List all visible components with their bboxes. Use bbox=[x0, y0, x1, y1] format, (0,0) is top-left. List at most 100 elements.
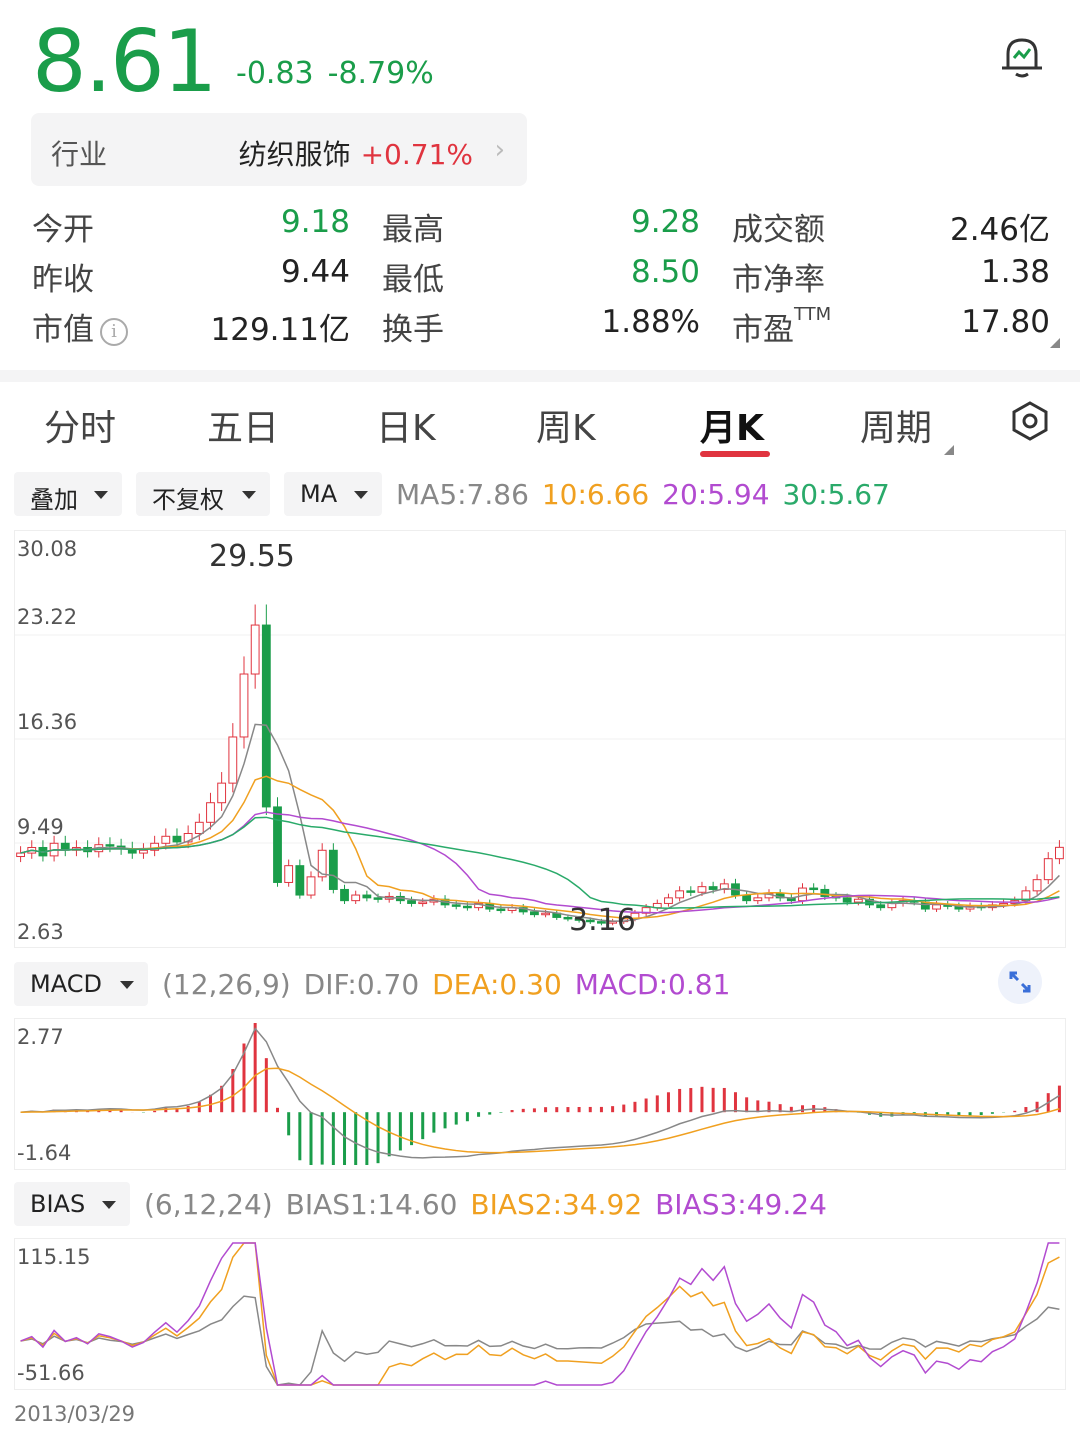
candle-body bbox=[250, 624, 260, 675]
candle-body bbox=[172, 835, 182, 843]
tab-weekly-k[interactable]: 周K bbox=[536, 399, 596, 451]
industry-label: 行业 bbox=[51, 138, 108, 171]
pb-value: 1.38 bbox=[980, 254, 1050, 290]
candle-body bbox=[284, 865, 294, 883]
ma-dropdown-label: MA bbox=[300, 480, 338, 508]
prev-close-label: 昨收 bbox=[32, 262, 94, 298]
bias-line bbox=[20, 1242, 1060, 1386]
candle-body bbox=[708, 886, 718, 890]
last-price: 8.61 bbox=[32, 12, 217, 112]
candle-body bbox=[853, 898, 863, 903]
pe-label: 市盈TTM bbox=[732, 304, 831, 349]
high-label: 最高 bbox=[382, 212, 444, 248]
high-value: 9.28 bbox=[630, 204, 700, 240]
candle-body bbox=[451, 904, 461, 907]
tab-period[interactable]: 周期 bbox=[860, 399, 932, 451]
change-amount: -0.83 bbox=[236, 56, 314, 91]
candle-body bbox=[530, 911, 539, 916]
overlay-dropdown[interactable]: 叠加 bbox=[14, 472, 122, 516]
ma20-value: 20:5.94 bbox=[662, 478, 770, 511]
bias-line bbox=[20, 1242, 1060, 1386]
high-price-label: 29.55 bbox=[209, 539, 295, 574]
caret-down-icon bbox=[94, 491, 108, 499]
ma30-value: 30:5.67 bbox=[782, 478, 890, 511]
industry-name-text: 纺织服饰 bbox=[238, 138, 351, 171]
section-divider bbox=[0, 370, 1080, 382]
price-change: -0.83 -8.79% bbox=[236, 56, 448, 91]
y-tick: 30.08 bbox=[17, 537, 78, 561]
turnover-rate-label: 换手 bbox=[382, 312, 444, 348]
y-tick: 9.49 bbox=[17, 815, 64, 839]
candle-body bbox=[328, 849, 338, 890]
candle-body bbox=[16, 852, 25, 858]
open-value: 9.18 bbox=[280, 204, 350, 240]
y-tick: -51.66 bbox=[17, 1361, 85, 1385]
bias-chart[interactable]: 115.15 -51.66 bbox=[14, 1238, 1066, 1390]
pe-label-text: 市盈 bbox=[732, 312, 794, 348]
candle-body bbox=[273, 806, 282, 883]
bias-dropdown[interactable]: BIAS bbox=[14, 1182, 130, 1226]
bias-params: (6,12,24) bbox=[144, 1188, 273, 1221]
ma-line bbox=[20, 811, 1060, 914]
pe-value: 17.80 bbox=[961, 304, 1050, 340]
low-label: 最低 bbox=[382, 262, 444, 298]
ma-dropdown[interactable]: MA bbox=[284, 472, 382, 516]
bias-controls: BIAS (6,12,24) BIAS1:14.60 BIAS2:34.92 B… bbox=[0, 1182, 1080, 1228]
bias1-value: BIAS1:14.60 bbox=[285, 1188, 458, 1221]
y-tick: 16.36 bbox=[17, 710, 78, 734]
market-cap-label: 市值 i bbox=[32, 304, 128, 349]
y-tick: 2.77 bbox=[17, 1025, 64, 1049]
macd-dropdown-label: MACD bbox=[30, 970, 102, 998]
ma10-value: 10:6.66 bbox=[541, 478, 650, 511]
overlay-dropdown-label: 叠加 bbox=[30, 486, 78, 514]
industry-name: 纺织服饰 +0.71% bbox=[239, 133, 473, 173]
candle-body bbox=[139, 849, 148, 854]
period-dropdown-icon bbox=[944, 445, 954, 455]
candle-body bbox=[1043, 858, 1053, 881]
quote-row: 昨收 9.44 最低 8.50 市净率 1.38 bbox=[0, 254, 1080, 300]
candle-body bbox=[876, 904, 886, 909]
industry-row[interactable]: 行业 纺织服饰 +0.71% › bbox=[31, 113, 527, 186]
kline-chart[interactable]: 30.08 23.22 16.36 9.49 2.63 29.55 3.16 bbox=[14, 530, 1066, 948]
price-alert-bell-icon[interactable] bbox=[996, 30, 1048, 82]
macd-values: (12,26,9) DIF:0.70 DEA:0.30 MACD:0.81 bbox=[162, 968, 734, 1001]
kline-plot bbox=[15, 604, 1065, 926]
turnover-amount-value: 2.46亿 bbox=[949, 212, 1050, 248]
candle-body bbox=[194, 821, 204, 834]
y-tick: 23.22 bbox=[17, 605, 78, 629]
candle-body bbox=[675, 890, 685, 899]
candle-body bbox=[239, 673, 249, 738]
candle-body bbox=[842, 897, 852, 903]
adjust-dropdown[interactable]: 不复权 bbox=[136, 472, 270, 516]
adjust-dropdown-label: 不复权 bbox=[152, 486, 224, 514]
ma5-value: MA5:7.86 bbox=[396, 478, 529, 511]
settings-hexagon-icon[interactable] bbox=[1010, 401, 1050, 441]
dif-line bbox=[20, 1027, 1060, 1159]
tab-intraday[interactable]: 分时 bbox=[44, 399, 116, 451]
candle-body bbox=[340, 888, 349, 902]
pe-ttm-sup: TTM bbox=[794, 304, 832, 325]
caret-down-icon bbox=[120, 981, 134, 989]
candle-body bbox=[809, 887, 819, 891]
info-icon[interactable]: i bbox=[100, 317, 128, 346]
bias-plot bbox=[20, 1242, 1060, 1386]
tab-five-day[interactable]: 五日 bbox=[207, 399, 279, 451]
low-value: 8.50 bbox=[630, 254, 700, 290]
fullscreen-expand-icon[interactable] bbox=[998, 960, 1042, 1004]
macd-dropdown[interactable]: MACD bbox=[14, 962, 148, 1006]
candle-body bbox=[664, 897, 673, 904]
chart-start-date: 2013/03/29 bbox=[14, 1402, 136, 1426]
candle-body bbox=[306, 876, 316, 896]
tab-daily-k[interactable]: 日K bbox=[376, 399, 436, 451]
candle-body bbox=[407, 900, 416, 904]
caret-down-icon bbox=[242, 491, 256, 499]
expand-corner-icon[interactable] bbox=[1050, 338, 1060, 348]
caret-down-icon bbox=[102, 1201, 116, 1209]
candle-body bbox=[295, 865, 305, 896]
candle-body bbox=[496, 908, 506, 912]
market-cap-value: 129.11亿 bbox=[210, 312, 350, 348]
candle-body bbox=[541, 912, 550, 916]
tab-monthly-k[interactable]: 月K bbox=[700, 399, 764, 451]
macd-chart[interactable]: 2.77 -1.64 bbox=[14, 1018, 1066, 1170]
macd-plot bbox=[20, 1023, 1061, 1165]
